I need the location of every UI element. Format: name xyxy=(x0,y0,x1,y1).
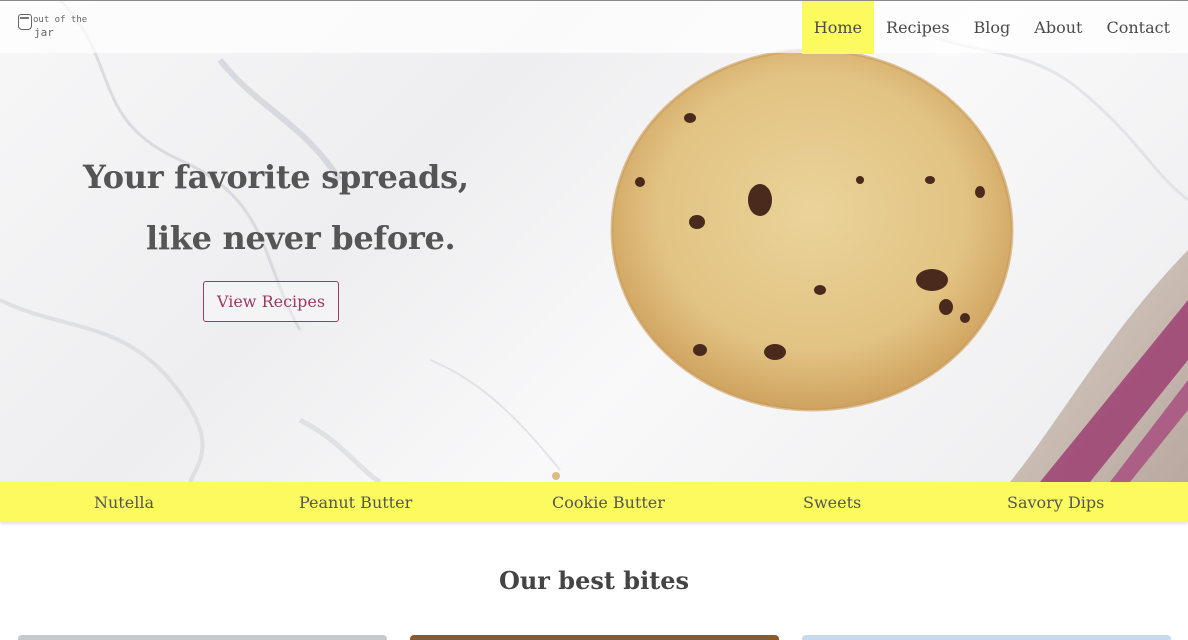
site-logo[interactable]: out of the jar xyxy=(16,13,87,43)
nav-item-recipes[interactable]: Recipes xyxy=(874,1,962,54)
nav-item-home[interactable]: Home xyxy=(801,1,875,54)
nav-item-contact[interactable]: Contact xyxy=(1094,1,1188,54)
card-preview-2[interactable] xyxy=(410,635,779,640)
card-preview-1[interactable] xyxy=(18,635,387,640)
category-bar: Nutella Peanut Butter Cookie Butter Swee… xyxy=(0,482,1188,522)
category-savory-dips[interactable]: Savory Dips xyxy=(1007,482,1104,522)
hero-headline-line1: Your favorite spreads, xyxy=(83,158,469,196)
hero-banner: out of the jar Home Recipes Blog About C… xyxy=(0,0,1188,482)
nav-item-blog[interactable]: Blog xyxy=(962,1,1023,54)
main-nav: Home Recipes Blog About Contact xyxy=(801,1,1188,54)
category-peanut-butter[interactable]: Peanut Butter xyxy=(299,482,412,522)
logo-text-line2: jar xyxy=(34,26,54,39)
category-nutella[interactable]: Nutella xyxy=(94,482,154,522)
logo-text-line1: out of the xyxy=(33,15,88,25)
hero-headline-line2: like never before. xyxy=(146,219,456,257)
view-recipes-button[interactable]: View Recipes xyxy=(203,281,339,322)
card-preview-3[interactable] xyxy=(802,635,1171,640)
jar-icon xyxy=(18,14,32,30)
section-title: Our best bites xyxy=(498,566,690,595)
category-cookie-butter[interactable]: Cookie Butter xyxy=(552,482,665,522)
top-navigation-bar: out of the jar Home Recipes Blog About C… xyxy=(0,0,1188,54)
category-sweets[interactable]: Sweets xyxy=(803,482,861,522)
nav-item-about[interactable]: About xyxy=(1022,1,1094,54)
